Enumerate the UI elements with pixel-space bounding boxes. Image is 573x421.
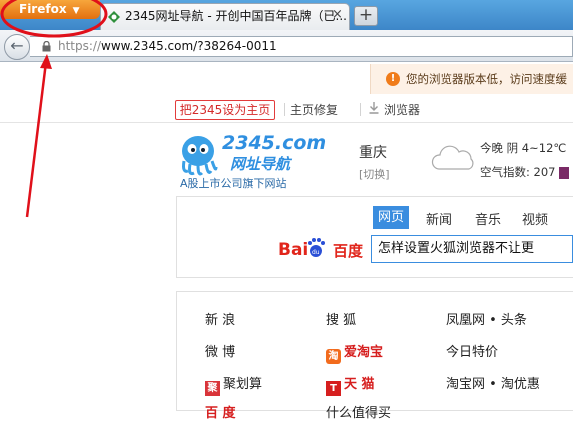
favicon-icon (108, 11, 120, 23)
link-aitaobao[interactable]: 淘爱淘宝 (326, 341, 383, 364)
city-name[interactable]: 重庆 (359, 142, 387, 162)
baidu-name: 百度 (333, 242, 364, 260)
link-taobao[interactable]: 淘宝网 • 淘优惠 (446, 373, 540, 392)
octopus-mascot-icon (182, 136, 218, 176)
divider (284, 103, 285, 116)
dropdown-arrow-icon: ▼ (72, 6, 80, 16)
link-today-deals[interactable]: 今日特价 (446, 341, 498, 360)
new-tab-button[interactable]: + (354, 6, 378, 26)
juhuasuan-icon: 聚 (205, 381, 220, 396)
address-bar[interactable]: https://www.2345.com/?38264-0011 (30, 36, 573, 57)
link-weibo[interactable]: 微 博 (205, 341, 235, 360)
cloud-icon (431, 145, 474, 170)
navigation-bar: https://www.2345.com/?38264-0011 ← (0, 30, 573, 62)
back-arrow-icon: ← (10, 36, 24, 55)
air-quality-index[interactable]: 空气指数: 207 (480, 164, 570, 180)
download-icon (369, 102, 379, 114)
link-tmall[interactable]: T天 猫 (326, 373, 375, 396)
weather-forecast[interactable]: 今晚 阴 4~12℃ (480, 140, 566, 156)
lock-icon (42, 41, 51, 52)
aqi-badge-icon (559, 166, 570, 179)
notice-text: 您的浏览器版本低，访问速度缓 (406, 72, 567, 86)
search-input[interactable]: 怎样设置火狐浏览器不让更 (371, 235, 573, 263)
link-juhuasuan-label: 聚划算 (223, 377, 263, 392)
link-tmall-label: 天 猫 (344, 377, 375, 392)
tab-news[interactable]: 新闻 (426, 209, 452, 228)
firefox-menu-label: Firefox (19, 2, 67, 16)
link-sohu[interactable]: 搜 狐 (326, 309, 356, 328)
tab-2345[interactable]: 2345网址导航 - 开创中国百年品牌（已... (100, 3, 350, 30)
city-switch-link[interactable]: [切换] (359, 166, 390, 182)
tab-video[interactable]: 视频 (522, 209, 548, 228)
aqi-text: 空气指数: 207 (480, 165, 556, 179)
link-baidu[interactable]: 百 度 (205, 402, 236, 421)
firefox-menu-button[interactable]: Firefox ▼ (0, 0, 100, 19)
browser-link[interactable]: 浏览器 (384, 101, 420, 118)
tab-close-icon[interactable]: × (331, 8, 344, 22)
browser-upgrade-notice[interactable]: ! 您的浏览器版本低，访问速度缓 (370, 64, 573, 94)
link-juhuasuan[interactable]: 聚聚划算 (205, 373, 262, 396)
taobao-icon: 淘 (326, 349, 341, 364)
tab-title: 2345网址导航 - 开创中国百年品牌（已... (125, 9, 347, 23)
logo-tagline: A股上市公司旗下网站 (180, 177, 287, 190)
paw-icon: du (308, 238, 325, 257)
svg-text:Bai: Bai (278, 240, 308, 260)
logo-name: 网址导航 (230, 155, 291, 173)
tab-web[interactable]: 网页 (373, 206, 410, 229)
back-button[interactable]: ← (4, 34, 30, 60)
tab-music[interactable]: 音乐 (475, 209, 501, 228)
homepage-fix-link[interactable]: 主页修复 (290, 101, 338, 118)
tmall-icon: T (326, 381, 341, 396)
url-scheme: https:// (58, 39, 102, 53)
svg-text:du: du (312, 249, 320, 256)
link-sina[interactable]: 新 浪 (205, 309, 235, 328)
url-path: www.2345.com/?38264-0011 (101, 39, 277, 53)
link-ifeng[interactable]: 凤凰网 • 头条 (446, 309, 527, 328)
top-nav: 把2345设为主页 主页修复 浏览器 (0, 97, 573, 123)
set-homepage-button[interactable]: 把2345设为主页 (175, 100, 275, 120)
link-aitaobao-label: 爱淘宝 (344, 345, 384, 360)
annotation-arrow-line (25, 61, 48, 218)
divider (360, 103, 361, 116)
logo-brand: 2345.com (222, 132, 327, 154)
warning-icon: ! (386, 72, 400, 86)
title-bar: Firefox ▼ 2345网址导航 - 开创中国百年品牌（已... × + (0, 0, 573, 30)
link-smzdm[interactable]: 什么值得买 (326, 402, 391, 421)
